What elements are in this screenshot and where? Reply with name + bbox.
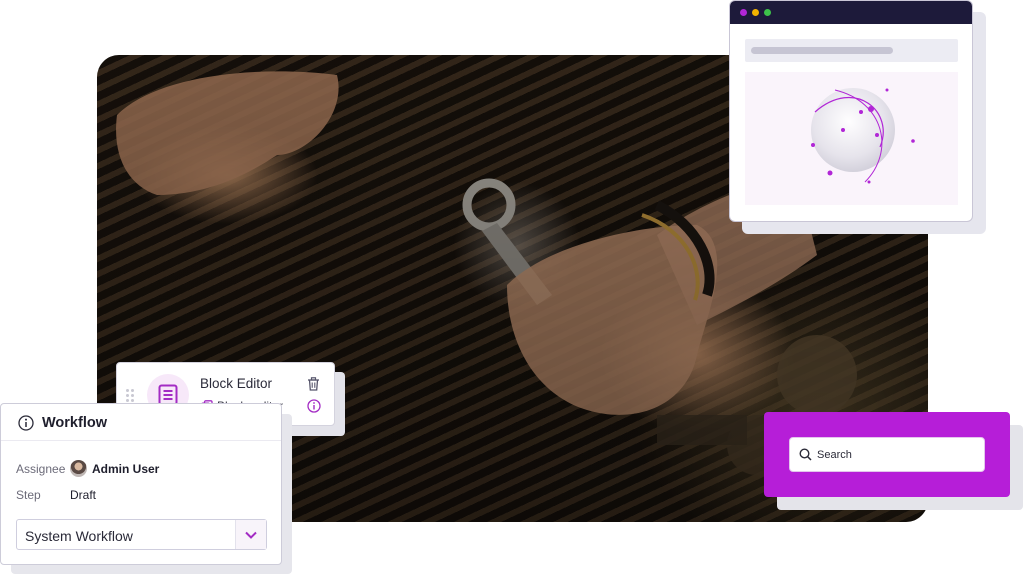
search-input[interactable]: Search: [789, 437, 985, 472]
workflow-select-value: System Workflow: [25, 528, 133, 544]
browser-titlebar: [730, 1, 972, 24]
divider: [1, 440, 281, 441]
chevron-down-icon: [245, 531, 257, 539]
info-icon[interactable]: [18, 415, 34, 431]
browser-viewport: [745, 72, 958, 205]
globe-network-icon: [811, 88, 915, 184]
workflow-panel: Workflow Assignee Admin User Step Draft …: [0, 403, 282, 565]
select-toggle-button[interactable]: [235, 520, 266, 549]
trash-icon[interactable]: [307, 377, 320, 391]
assignee-value[interactable]: Admin User: [92, 462, 159, 476]
search-placeholder: Search: [817, 449, 852, 461]
step-label: Step: [16, 488, 41, 502]
avatar: [70, 460, 87, 477]
window-dot-icon: [740, 9, 747, 16]
workflow-title: Workflow: [42, 415, 107, 431]
search-card: Search: [764, 412, 1010, 497]
search-icon: [799, 448, 812, 461]
drag-handle-icon[interactable]: [126, 389, 134, 402]
assignee-label: Assignee: [16, 461, 66, 476]
browser-mock-card: [729, 0, 973, 222]
block-title: Block Editor: [200, 376, 273, 391]
browser-address-bar: [745, 39, 958, 62]
window-dot-icon: [764, 9, 771, 16]
workflow-header: Workflow: [18, 415, 107, 431]
window-dot-icon: [752, 9, 759, 16]
info-icon[interactable]: [307, 399, 321, 413]
workflow-select[interactable]: System Workflow: [16, 519, 267, 550]
step-row: Step Draft: [16, 488, 96, 502]
assignee-row: Assignee Admin User: [16, 460, 159, 477]
step-value: Draft: [70, 488, 97, 502]
